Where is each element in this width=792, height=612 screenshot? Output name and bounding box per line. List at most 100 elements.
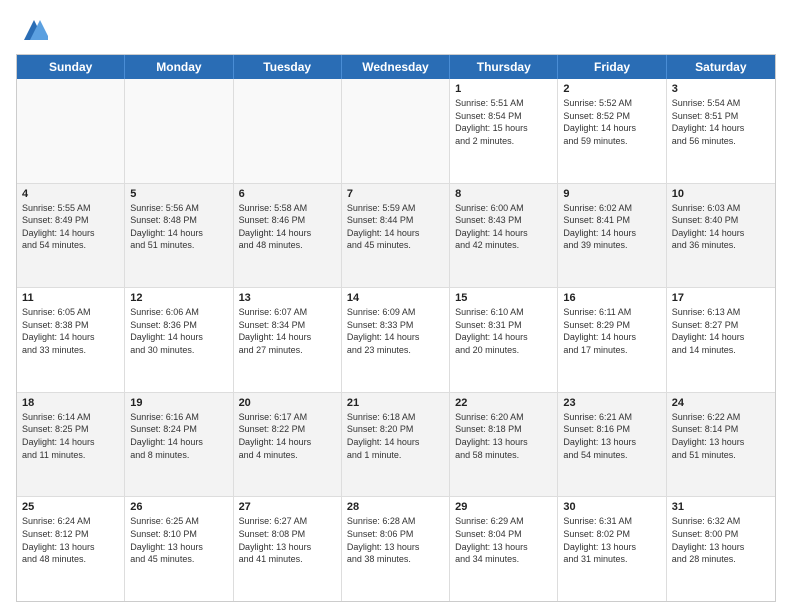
day-info: Sunrise: 6:13 AM Sunset: 8:27 PM Dayligh… — [672, 306, 770, 356]
calendar-cell-day-29: 29 Sunrise: 6:29 AM Sunset: 8:04 PM Dayli… — [450, 497, 558, 601]
calendar-cell-day-18: 18Sunrise: 6:14 AM Sunset: 8:25 PM Dayli… — [17, 393, 125, 497]
day-number: 28 — [347, 501, 444, 513]
calendar-cell-day-10: 10 Sunrise: 6:03 AM Sunset: 8:40 PM Dayli… — [667, 184, 775, 288]
calendar-cell-day-15: 15 Sunrise: 6:10 AM Sunset: 8:31 PM Dayli… — [450, 288, 558, 392]
calendar-cell-day-9: 9 Sunrise: 6:02 AM Sunset: 8:41 PM Daylig… — [558, 184, 666, 288]
day-number: 9 — [563, 188, 660, 200]
day-info: Sunrise: 6:06 AM Sunset: 8:36 PM Dayligh… — [130, 306, 227, 356]
calendar-cell-day-30: 30 Sunrise: 6:31 AM Sunset: 8:02 PM Dayli… — [558, 497, 666, 601]
day-number: 23 — [563, 397, 660, 409]
day-info: Sunrise: 6:03 AM Sunset: 8:40 PM Dayligh… — [672, 202, 770, 252]
day-info: Sunrise: 6:31 AM Sunset: 8:02 PM Dayligh… — [563, 515, 660, 565]
header-day-thursday: Thursday — [450, 55, 558, 79]
calendar-grid: SundayMondayTuesdayWednesdayThursdayFrid… — [16, 54, 776, 602]
calendar-header: SundayMondayTuesdayWednesdayThursdayFrid… — [17, 55, 775, 79]
calendar-cell-day-21: 21 Sunrise: 6:18 AM Sunset: 8:20 PM Dayli… — [342, 393, 450, 497]
day-number: 2 — [563, 83, 660, 95]
calendar-cell-day-23: 23Sunrise: 6:21 AM Sunset: 8:16 PM Dayli… — [558, 393, 666, 497]
day-info: Sunrise: 6:07 AM Sunset: 8:34 PM Dayligh… — [239, 306, 336, 356]
day-info: Sunrise: 6:20 AM Sunset: 8:18 PM Dayligh… — [455, 411, 552, 461]
day-info: Sunrise: 6:25 AM Sunset: 8:10 PM Dayligh… — [130, 515, 227, 565]
day-info: Sunrise: 5:55 AM Sunset: 8:49 PM Dayligh… — [22, 202, 119, 252]
day-info: Sunrise: 5:56 AM Sunset: 8:48 PM Dayligh… — [130, 202, 227, 252]
day-info: Sunrise: 6:27 AM Sunset: 8:08 PM Dayligh… — [239, 515, 336, 565]
day-number: 5 — [130, 188, 227, 200]
day-number: 30 — [563, 501, 660, 513]
day-info: Sunrise: 6:28 AM Sunset: 8:06 PM Dayligh… — [347, 515, 444, 565]
day-number: 4 — [22, 188, 119, 200]
calendar-cell-day-27: 27 Sunrise: 6:27 AM Sunset: 8:08 PM Dayli… — [234, 497, 342, 601]
calendar-cell-day-31: 31 Sunrise: 6:32 AM Sunset: 8:00 PM Dayli… — [667, 497, 775, 601]
calendar-cell-day-5: 5 Sunrise: 5:56 AM Sunset: 8:48 PM Daylig… — [125, 184, 233, 288]
calendar-cell-day-2: 2 Sunrise: 5:52 AM Sunset: 8:52 PM Daylig… — [558, 79, 666, 183]
day-info: Sunrise: 6:05 AM Sunset: 8:38 PM Dayligh… — [22, 306, 119, 356]
day-info: Sunrise: 5:58 AM Sunset: 8:46 PM Dayligh… — [239, 202, 336, 252]
day-info: Sunrise: 6:24 AM Sunset: 8:12 PM Dayligh… — [22, 515, 119, 565]
day-number: 26 — [130, 501, 227, 513]
day-info: Sunrise: 5:51 AM Sunset: 8:54 PM Dayligh… — [455, 97, 552, 147]
header-day-monday: Monday — [125, 55, 233, 79]
day-info: Sunrise: 6:29 AM Sunset: 8:04 PM Dayligh… — [455, 515, 552, 565]
day-info: Sunrise: 6:17 AM Sunset: 8:22 PM Dayligh… — [239, 411, 336, 461]
day-number: 8 — [455, 188, 552, 200]
calendar-row-1: 1Sunrise: 5:51 AM Sunset: 8:54 PM Daylig… — [17, 79, 775, 184]
calendar-cell-day-17: 17 Sunrise: 6:13 AM Sunset: 8:27 PM Dayli… — [667, 288, 775, 392]
calendar-row-4: 18Sunrise: 6:14 AM Sunset: 8:25 PM Dayli… — [17, 393, 775, 498]
header-day-tuesday: Tuesday — [234, 55, 342, 79]
calendar-cell-day-22: 22 Sunrise: 6:20 AM Sunset: 8:18 PM Dayli… — [450, 393, 558, 497]
day-info: Sunrise: 6:32 AM Sunset: 8:00 PM Dayligh… — [672, 515, 770, 565]
calendar-cell-day-3: 3Sunrise: 5:54 AM Sunset: 8:51 PM Daylig… — [667, 79, 775, 183]
day-number: 15 — [455, 292, 552, 304]
day-number: 18 — [22, 397, 119, 409]
day-info: Sunrise: 6:22 AM Sunset: 8:14 PM Dayligh… — [672, 411, 770, 461]
calendar-cell-empty — [342, 79, 450, 183]
day-number: 14 — [347, 292, 444, 304]
calendar-cell-day-12: 12Sunrise: 6:06 AM Sunset: 8:36 PM Dayli… — [125, 288, 233, 392]
calendar-cell-day-26: 26 Sunrise: 6:25 AM Sunset: 8:10 PM Dayli… — [125, 497, 233, 601]
calendar-cell-day-8: 8 Sunrise: 6:00 AM Sunset: 8:43 PM Daylig… — [450, 184, 558, 288]
calendar-cell-day-25: 25 Sunrise: 6:24 AM Sunset: 8:12 PM Dayli… — [17, 497, 125, 601]
day-number: 22 — [455, 397, 552, 409]
day-info: Sunrise: 6:10 AM Sunset: 8:31 PM Dayligh… — [455, 306, 552, 356]
day-number: 17 — [672, 292, 770, 304]
day-info: Sunrise: 6:09 AM Sunset: 8:33 PM Dayligh… — [347, 306, 444, 356]
calendar-cell-day-13: 13Sunrise: 6:07 AM Sunset: 8:34 PM Dayli… — [234, 288, 342, 392]
calendar-cell-day-24: 24 Sunrise: 6:22 AM Sunset: 8:14 PM Dayli… — [667, 393, 775, 497]
day-number: 24 — [672, 397, 770, 409]
header-day-sunday: Sunday — [17, 55, 125, 79]
calendar-cell-day-7: 7Sunrise: 5:59 AM Sunset: 8:44 PM Daylig… — [342, 184, 450, 288]
day-number: 7 — [347, 188, 444, 200]
day-number: 29 — [455, 501, 552, 513]
day-info: Sunrise: 6:00 AM Sunset: 8:43 PM Dayligh… — [455, 202, 552, 252]
calendar-body: 1Sunrise: 5:51 AM Sunset: 8:54 PM Daylig… — [17, 79, 775, 601]
day-number: 25 — [22, 501, 119, 513]
day-number: 10 — [672, 188, 770, 200]
calendar-cell-day-20: 20Sunrise: 6:17 AM Sunset: 8:22 PM Dayli… — [234, 393, 342, 497]
page-header — [16, 16, 776, 44]
calendar-cell-empty — [234, 79, 342, 183]
calendar-cell-day-16: 16Sunrise: 6:11 AM Sunset: 8:29 PM Dayli… — [558, 288, 666, 392]
day-info: Sunrise: 6:11 AM Sunset: 8:29 PM Dayligh… — [563, 306, 660, 356]
calendar-cell-day-11: 11 Sunrise: 6:05 AM Sunset: 8:38 PM Dayli… — [17, 288, 125, 392]
day-number: 27 — [239, 501, 336, 513]
day-number: 6 — [239, 188, 336, 200]
day-number: 3 — [672, 83, 770, 95]
day-number: 11 — [22, 292, 119, 304]
logo-icon — [20, 16, 48, 44]
calendar-cell-day-14: 14 Sunrise: 6:09 AM Sunset: 8:33 PM Dayli… — [342, 288, 450, 392]
calendar-cell-day-4: 4 Sunrise: 5:55 AM Sunset: 8:49 PM Daylig… — [17, 184, 125, 288]
calendar-cell-day-6: 6 Sunrise: 5:58 AM Sunset: 8:46 PM Daylig… — [234, 184, 342, 288]
logo — [16, 16, 48, 44]
calendar-cell-day-28: 28 Sunrise: 6:28 AM Sunset: 8:06 PM Dayli… — [342, 497, 450, 601]
calendar-cell-day-1: 1Sunrise: 5:51 AM Sunset: 8:54 PM Daylig… — [450, 79, 558, 183]
day-info: Sunrise: 6:18 AM Sunset: 8:20 PM Dayligh… — [347, 411, 444, 461]
day-number: 21 — [347, 397, 444, 409]
calendar-cell-day-19: 19Sunrise: 6:16 AM Sunset: 8:24 PM Dayli… — [125, 393, 233, 497]
calendar-row-2: 4 Sunrise: 5:55 AM Sunset: 8:49 PM Daylig… — [17, 184, 775, 289]
day-info: Sunrise: 5:52 AM Sunset: 8:52 PM Dayligh… — [563, 97, 660, 147]
day-info: Sunrise: 6:02 AM Sunset: 8:41 PM Dayligh… — [563, 202, 660, 252]
calendar-row-5: 25 Sunrise: 6:24 AM Sunset: 8:12 PM Dayli… — [17, 497, 775, 601]
calendar-cell-empty — [125, 79, 233, 183]
header-day-friday: Friday — [558, 55, 666, 79]
day-number: 31 — [672, 501, 770, 513]
